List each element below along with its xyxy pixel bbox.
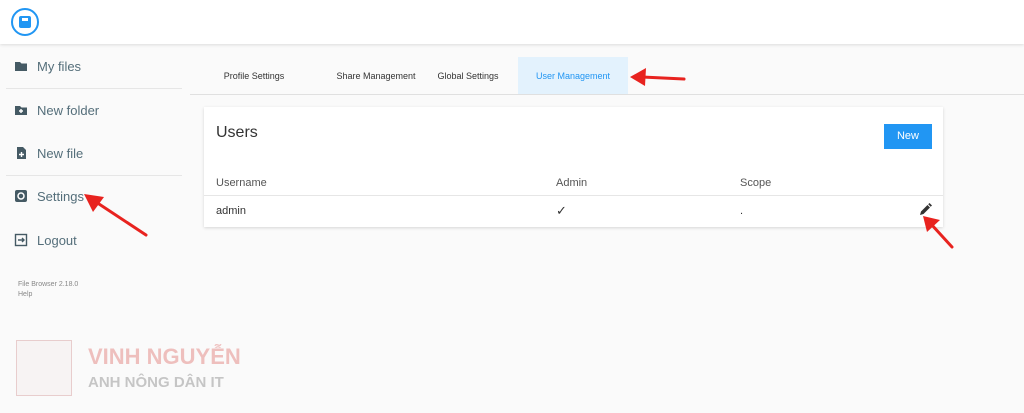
column-header-admin: Admin	[556, 177, 588, 189]
tab-global-settings[interactable]: Global Settings	[420, 57, 516, 95]
settings-icon	[15, 190, 27, 202]
annotation-arrow-settings	[84, 194, 148, 237]
tabs-divider	[190, 94, 1024, 95]
sidebar-item-new-folder[interactable]: New folder	[0, 90, 182, 130]
help-link[interactable]: Help	[18, 291, 32, 298]
sidebar-item-new-file[interactable]: New file	[0, 133, 182, 173]
sidebar-item-my-files[interactable]: My files	[0, 46, 182, 86]
folder-icon	[15, 62, 27, 71]
watermark-subtitle: ANH NÔNG DÂN IT	[88, 374, 224, 391]
tab-user-management[interactable]: User Management	[518, 57, 628, 95]
column-header-scope: Scope	[740, 177, 772, 189]
cell-username: admin	[216, 205, 246, 217]
cell-scope: .	[740, 205, 744, 217]
cell-admin-check: ✓	[556, 203, 567, 218]
logout-icon	[14, 233, 28, 247]
watermark-logo	[16, 340, 72, 396]
watermark: VINH NGUYỄN ANH NÔNG DÂN IT	[16, 340, 256, 398]
app-header	[0, 0, 1024, 44]
annotation-arrow-tab	[630, 68, 686, 86]
sidebar-item-label: New folder	[37, 103, 100, 118]
sidebar-item-label: My files	[37, 59, 82, 74]
sidebar-divider	[6, 88, 182, 89]
watermark-title: VINH NGUYỄN	[88, 344, 241, 369]
new-folder-icon	[15, 106, 27, 115]
version-text: File Browser 2.18.0	[18, 281, 79, 288]
tab-profile-settings[interactable]: Profile Settings	[204, 57, 304, 95]
new-user-button[interactable]: New	[884, 124, 932, 149]
table-divider	[204, 195, 943, 196]
new-file-icon	[17, 147, 26, 159]
file-browser-logo[interactable]	[11, 8, 39, 36]
sidebar-item-label: Settings	[37, 189, 84, 204]
sidebar-item-label: Logout	[37, 233, 77, 248]
card-title: Users	[216, 124, 258, 141]
column-header-username: Username	[216, 177, 267, 189]
sidebar-item-label: New file	[37, 146, 84, 161]
users-card: Users New Username Admin Scope admin ✓ .	[204, 107, 943, 227]
annotation-arrow-edit	[923, 216, 954, 249]
